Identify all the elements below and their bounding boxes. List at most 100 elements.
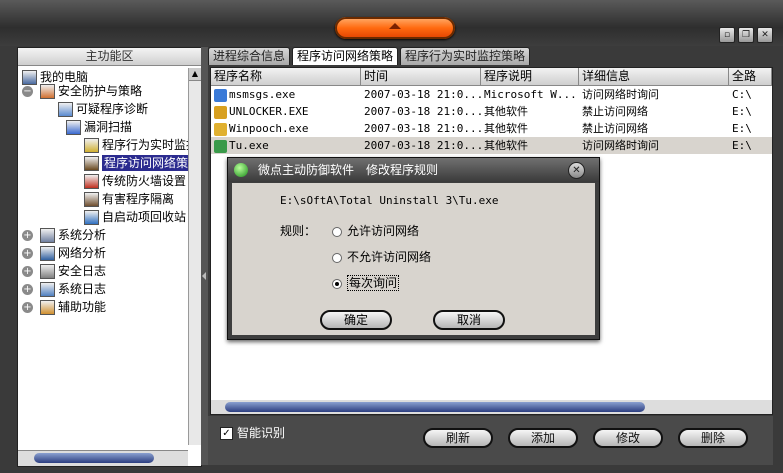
diagnose-icon [58,102,73,117]
function-tree: 我的电脑−安全防护与策略可疑程序诊断漏洞扫描程序行为实时监控策程序访问网络策略传… [18,68,188,446]
column-header[interactable]: 时间 [361,68,481,85]
tree-vertical-scrollbar[interactable]: ▲ [188,68,201,445]
tree-item-label: 漏洞扫描 [84,120,133,134]
modify-rule-dialog: 微点主动防御软件 修改程序规则 ✕ E:\sOftA\Total Uninsta… [227,157,600,340]
tree-item[interactable]: 漏洞扫描 [66,118,132,137]
tree-item-label: 系统日志 [58,282,107,296]
table-row[interactable]: Tu.exe 2007-03-18 21:0... 其他软件 访问网络时询问 E:\ [211,137,772,154]
column-header[interactable]: 程序名称 [211,68,361,85]
cell-time: 2007-03-18 21:0... [361,137,481,154]
cell-name: Winpooch.exe [211,120,361,137]
recycle-icon [84,210,99,225]
tree-item-label: 程序行为实时监控策 [102,138,188,152]
cancel-button[interactable]: 取消 [433,310,505,330]
tree-item[interactable]: + 系统分析 [22,226,107,245]
tree-item[interactable]: + 网络分析 [22,244,106,263]
table-row[interactable]: UNLOCKER.EXE 2007-03-18 21:0... 其他软件 禁止访问网络… [211,103,772,120]
checkbox-label: 智能识别 [237,426,286,440]
column-header[interactable]: 详细信息 [579,68,729,85]
scroll-thumb[interactable] [34,453,154,463]
dialog-body: E:\sOftA\Total Uninstall 3\Tu.exe 规则： 允许… [232,183,595,335]
tree-item[interactable]: − 安全防护与策略 [22,82,142,101]
minimize-icon[interactable]: ▫ [719,27,735,43]
radio-button[interactable] [332,252,342,263]
smart-identify-checkbox[interactable]: ✓ 智能识别 [220,424,285,441]
collapse-icon[interactable]: − [22,86,33,97]
cell-text: 其他软件 [484,105,528,118]
collapse-toggle-button[interactable] [335,17,455,39]
program-icon [214,105,227,119]
radio-label: 每次询问 [347,275,400,291]
system-log-icon [40,282,55,297]
magnifier-icon [66,120,81,135]
program-path: E:\sOftA\Total Uninstall 3\Tu.exe [280,194,499,207]
window-controls: ▫ ❐ ✕ [719,27,773,43]
dialog-close-icon[interactable]: ✕ [568,162,585,179]
tab-1[interactable]: 程序访问网络策略 [292,47,399,65]
close-icon[interactable]: ✕ [757,27,773,43]
cell-detail: 访问网络时询问 [579,137,729,154]
cell-time: 2007-03-18 21:0... [361,120,481,137]
tab-0[interactable]: 进程综合信息 [208,47,291,65]
panel-splitter[interactable] [201,47,208,465]
expand-icon[interactable]: + [22,302,33,313]
expand-icon[interactable]: + [22,266,33,277]
column-header[interactable]: 全路 [729,68,772,85]
radio-button[interactable] [332,226,342,237]
radio-label: 允许访问网络 [347,224,420,238]
tree-item-label: 系统分析 [58,228,107,242]
rule-option[interactable]: 允许访问网络 [332,222,419,239]
tree-item[interactable]: 传统防火墙设置 [84,172,186,191]
table-horizontal-scrollbar[interactable] [210,400,773,415]
firewall-icon [84,174,99,189]
scroll-thumb[interactable] [225,402,645,412]
app-window: ▫ ❐ ✕ 主功能区 我的电脑 − 安全防护与策略 可疑程序诊断 漏洞扫描 程序行为实时监… [0,0,783,473]
restore-icon[interactable]: ❐ [738,27,754,43]
cell-text: Microsoft W... [484,88,577,101]
cell-text: E:\ [732,122,752,135]
monitor-icon [84,138,99,153]
tree-item[interactable]: + 系统日志 [22,280,107,299]
panel-title: 主功能区 [18,48,201,66]
tree-item[interactable]: 可疑程序诊断 [58,100,148,119]
ok-button[interactable]: 确定 [320,310,392,330]
tree-item[interactable]: 有害程序隔离 [84,190,174,209]
delete-button[interactable]: 删除 [678,428,748,448]
tree-horizontal-scrollbar[interactable] [18,450,188,466]
rule-option[interactable]: 不允许访问网络 [332,248,431,265]
dialog-title-bar: 微点主动防御软件 修改程序规则 ✕ [228,158,599,182]
cell-text: 禁止访问网络 [582,105,648,118]
tab-2[interactable]: 程序行为实时监控策略 [400,47,531,65]
tree-item[interactable]: + 辅助功能 [22,298,106,317]
tree-item[interactable]: 程序行为实时监控策 [84,136,188,155]
tree-item[interactable]: 自启动项回收站 [84,208,186,227]
refresh-button[interactable]: 刷新 [423,428,493,448]
modify-button[interactable]: 修改 [593,428,663,448]
cell-desc: 其他软件 [481,103,579,120]
cell-detail: 访问网络时询问 [579,86,729,103]
program-icon [214,88,227,102]
expand-icon[interactable]: + [22,230,33,241]
checkbox-box[interactable]: ✓ [220,427,233,440]
app-logo-icon [234,163,248,177]
add-button[interactable]: 添加 [508,428,578,448]
column-header[interactable]: 程序说明 [481,68,579,85]
radio-button[interactable] [332,278,342,289]
tree-item[interactable]: + 安全日志 [22,262,106,281]
tree-item-label: 程序访问网络策略 [102,155,188,171]
scroll-up-icon[interactable]: ▲ [189,68,201,81]
collapse-left-icon[interactable] [202,272,206,280]
radio-label: 不允许访问网络 [347,250,432,264]
rule-option[interactable]: 每次询问 [332,274,400,291]
cell-desc: 其他软件 [481,137,579,154]
cell-text: 禁止访问网络 [582,122,648,135]
cell-text: E:\ [732,139,752,152]
expand-icon[interactable]: + [22,284,33,295]
cell-path: C:\ [729,86,772,103]
tab-bar: 进程综合信息 程序访问网络策略 程序行为实时监控策略 [208,47,532,66]
network-analysis-icon [40,246,55,261]
expand-icon[interactable]: + [22,248,33,259]
table-row[interactable]: Winpooch.exe 2007-03-18 21:0... 其他软件 禁止访问网络… [211,120,772,137]
table-row[interactable]: msmsgs.exe 2007-03-18 21:0... Microsoft W.… [211,86,772,103]
tree-item[interactable]: 程序访问网络策略 [84,154,188,173]
